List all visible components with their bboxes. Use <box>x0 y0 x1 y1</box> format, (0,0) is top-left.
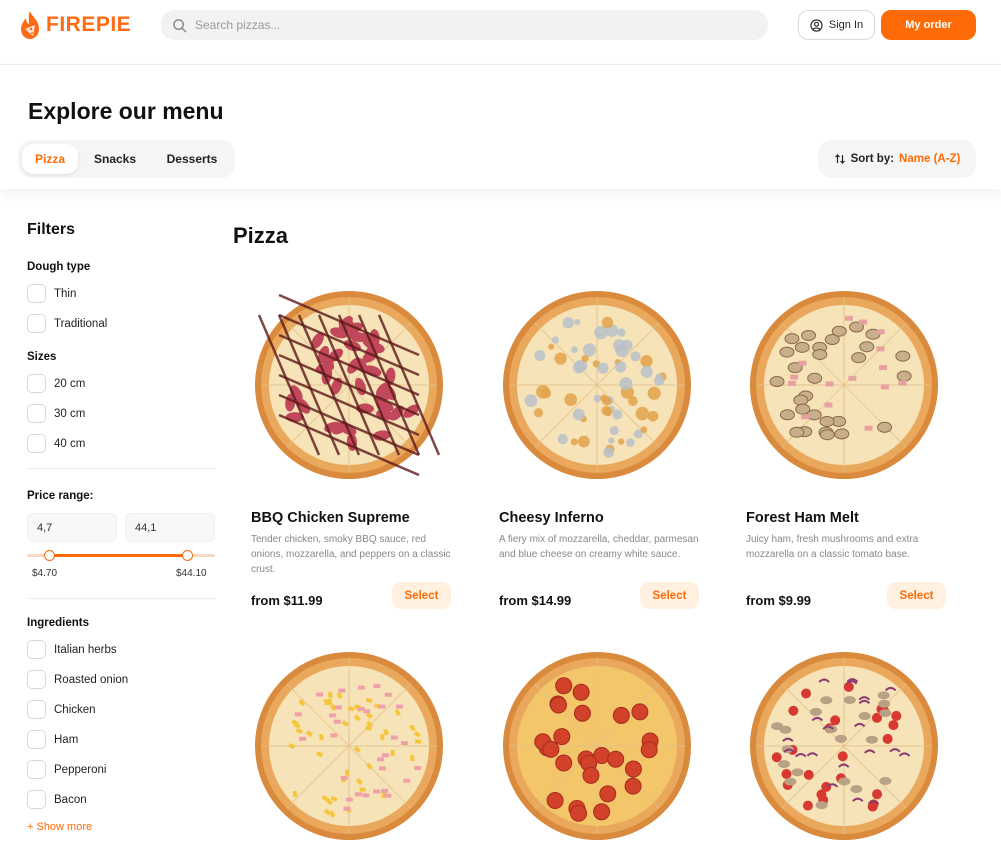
price-slider-fill <box>49 554 189 557</box>
filter-size-20[interactable]: 20 cm <box>27 374 85 393</box>
filter-dough-thin[interactable]: Thin <box>27 284 76 303</box>
menu-toolbar: Explore our menu Pizza Snacks Desserts S… <box>0 65 1001 189</box>
checkbox-label: 40 cm <box>54 437 86 450</box>
filter-size-30[interactable]: 30 cm <box>27 404 85 423</box>
logo-text: FIREPIE <box>46 13 132 36</box>
product-price: from $11.99 <box>251 593 323 608</box>
pizza-image[interactable] <box>251 287 447 483</box>
logo[interactable]: FIREPIE <box>19 10 131 40</box>
pizza-image[interactable] <box>499 287 695 483</box>
tab-pizza[interactable]: Pizza <box>22 144 78 174</box>
product-description: Tender chicken, smoky BBQ sauce, red oni… <box>251 534 451 575</box>
divider <box>27 468 215 469</box>
tab-label: Pizza <box>34 152 65 166</box>
tab-desserts[interactable]: Desserts <box>152 144 232 174</box>
filters-title: Filters <box>27 221 76 238</box>
sign-in-button[interactable]: Sign In <box>798 10 875 40</box>
select-button[interactable]: Select <box>640 582 699 609</box>
top-header: FIREPIE Sign In My order <box>0 0 1001 65</box>
divider <box>27 598 215 599</box>
show-more-link[interactable]: + Show more <box>27 821 92 833</box>
checkbox-label: 20 cm <box>54 377 86 390</box>
product-description: A fiery mix of mozzarella, cheddar, parm… <box>499 534 699 560</box>
checkbox[interactable] <box>27 700 46 719</box>
filter-ingredient-bacon[interactable]: Bacon <box>27 790 87 809</box>
my-order-label: My order <box>905 19 952 31</box>
checkbox-label: Bacon <box>54 793 87 806</box>
checkbox[interactable] <box>27 790 46 809</box>
filter-dough-traditional[interactable]: Traditional <box>27 314 107 333</box>
sign-in-label: Sign In <box>828 19 864 31</box>
product-price: from $9.99 <box>746 593 812 608</box>
price-max-input[interactable]: 44,1 <box>125 513 215 542</box>
checkbox-label: Chicken <box>54 703 96 716</box>
ingredients-title: Ingredients <box>27 617 89 629</box>
pizza-image[interactable] <box>499 648 695 844</box>
checkbox-label: Traditional <box>54 317 108 330</box>
dough-type-title: Dough type <box>27 261 91 273</box>
pizza-image[interactable] <box>251 648 447 844</box>
checkbox[interactable] <box>27 284 46 303</box>
filter-ingredient-chicken[interactable]: Chicken <box>27 700 96 719</box>
search-input[interactable] <box>195 18 735 32</box>
price-slider-max-handle[interactable] <box>182 550 193 561</box>
user-icon <box>810 18 823 32</box>
checkbox[interactable] <box>27 434 46 453</box>
page-title: Explore our menu <box>28 98 224 124</box>
product-name: Forest Ham Melt <box>746 510 859 526</box>
section-title: Pizza <box>233 223 289 248</box>
filter-size-40[interactable]: 40 cm <box>27 434 85 453</box>
checkbox-label: Thin <box>54 287 77 300</box>
product-name: Cheesy Inferno <box>499 510 604 526</box>
search-bar[interactable] <box>161 10 768 40</box>
checkbox[interactable] <box>27 374 46 393</box>
price-slider-min-handle[interactable] <box>44 550 55 561</box>
checkbox-label: Pepperoni <box>54 763 107 776</box>
pizza-image[interactable] <box>746 287 942 483</box>
filter-ingredient-pepperoni[interactable]: Pepperoni <box>27 760 106 779</box>
filter-ingredient-ham[interactable]: Ham <box>27 730 78 749</box>
price-range-title: Price range: <box>27 490 94 502</box>
checkbox[interactable] <box>27 404 46 423</box>
sort-value: Name (A-Z) <box>899 153 961 165</box>
product-price: from $14.99 <box>499 593 572 608</box>
filter-ingredient-italian-herbs[interactable]: Italian herbs <box>27 640 117 659</box>
checkbox[interactable] <box>27 314 46 333</box>
product-name: BBQ Chicken Supreme <box>251 510 410 526</box>
price-max-label: $44.10 <box>176 568 207 579</box>
product-description: Juicy ham, fresh mushrooms and extra moz… <box>746 534 919 560</box>
checkbox[interactable] <box>27 760 46 779</box>
sort-label: Sort by: <box>850 153 895 165</box>
tab-label: Desserts <box>166 152 218 166</box>
tab-snacks[interactable]: Snacks <box>82 144 148 174</box>
checkbox-label: Italian herbs <box>54 643 117 656</box>
price-min-label: $4.70 <box>32 568 58 579</box>
tab-label: Snacks <box>93 152 137 166</box>
filter-ingredient-roasted-onion[interactable]: Roasted onion <box>27 670 128 689</box>
checkbox-label: Ham <box>54 733 79 746</box>
sizes-title: Sizes <box>27 351 57 363</box>
sort-arrows-icon <box>834 154 845 164</box>
checkbox[interactable] <box>27 730 46 749</box>
select-button[interactable]: Select <box>887 582 946 609</box>
sort-dropdown[interactable]: Sort by: Name (A-Z) <box>818 140 976 178</box>
category-tabs: Pizza Snacks Desserts <box>18 140 235 178</box>
checkbox-label: 30 cm <box>54 407 86 420</box>
checkbox[interactable] <box>27 670 46 689</box>
price-min-input[interactable]: 4,7 <box>27 513 117 542</box>
my-order-button[interactable]: My order <box>881 10 976 40</box>
search-icon <box>173 18 187 32</box>
checkbox-label: Roasted onion <box>54 673 129 686</box>
pizza-image[interactable] <box>746 648 942 844</box>
select-button[interactable]: Select <box>392 582 451 609</box>
checkbox[interactable] <box>27 640 46 659</box>
flame-icon <box>21 11 39 39</box>
